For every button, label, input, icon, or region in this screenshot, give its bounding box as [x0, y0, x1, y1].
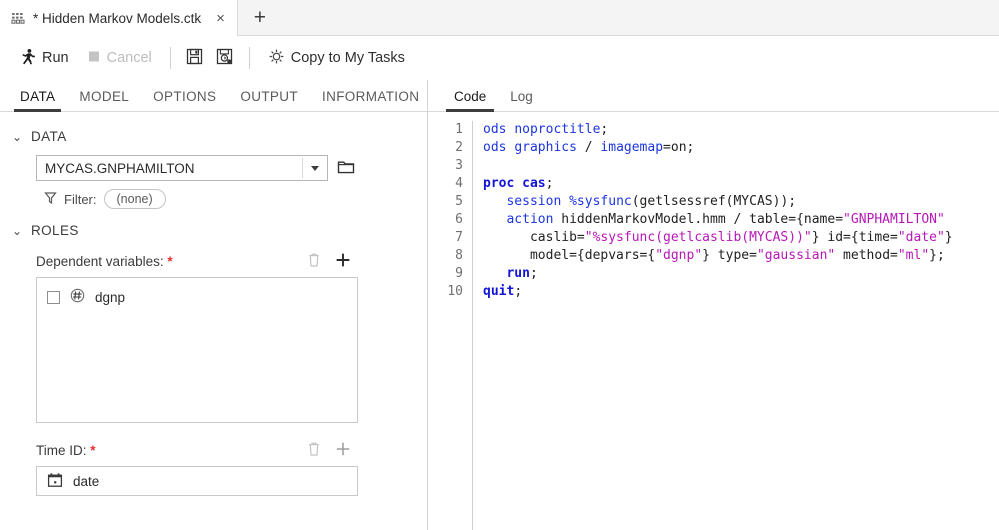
time-id-actions — [307, 441, 413, 460]
tab-options[interactable]: OPTIONS — [141, 89, 228, 111]
plus-icon — [335, 252, 351, 271]
trash-icon — [307, 252, 321, 271]
required-marker: * — [167, 254, 172, 269]
time-id-header: Time ID: * — [0, 423, 427, 464]
dependent-variables-list[interactable]: dgnp — [36, 277, 358, 423]
tab-model[interactable]: MODEL — [67, 89, 141, 111]
delete-time-id-button[interactable] — [307, 441, 321, 460]
table-select-value: MYCAS.GNPHAMILTON — [45, 161, 195, 176]
new-tab-button[interactable]: + — [238, 0, 282, 35]
time-id-field[interactable]: date — [36, 466, 358, 496]
numeric-variable-icon — [70, 288, 85, 306]
toolbar-divider-1 — [170, 47, 171, 69]
tab-data[interactable]: DATA — [8, 89, 67, 111]
toolbar-divider-2 — [249, 47, 250, 69]
section-header-roles[interactable]: ⌄ ROLES — [0, 209, 427, 243]
filter-funnel-icon — [44, 191, 57, 208]
chevron-down-icon — [311, 166, 319, 171]
save-as-button[interactable] — [210, 44, 240, 72]
filter-value-button[interactable]: (none) — [104, 189, 166, 209]
table-selector-row: MYCAS.GNPHAMILTON — [0, 149, 427, 181]
add-dependent-variable-button[interactable] — [335, 252, 351, 271]
filter-row: Filter: (none) — [0, 181, 427, 209]
filter-label: Filter: — [64, 192, 97, 207]
table-select[interactable]: MYCAS.GNPHAMILTON — [36, 155, 328, 181]
main-split: DATA MODEL OPTIONS OUTPUT INFORMATION ⌄ … — [0, 80, 999, 530]
code-pane: Code Log 1 2 3 4 5 6 7 8 9 10 ods noproc… — [428, 80, 999, 530]
run-person-icon — [19, 48, 36, 69]
save-icon — [185, 47, 204, 69]
document-tab[interactable]: * Hidden Markov Models.ctk × — [0, 0, 238, 36]
copy-to-my-tasks-button[interactable]: Copy to My Tasks — [259, 44, 414, 73]
task-options-pane: DATA MODEL OPTIONS OUTPUT INFORMATION ⌄ … — [0, 80, 428, 530]
checkbox[interactable] — [47, 291, 60, 304]
task-nav-tabs: DATA MODEL OPTIONS OUTPUT INFORMATION — [0, 80, 427, 112]
date-variable-icon — [47, 472, 63, 491]
browser-tabstrip: * Hidden Markov Models.ctk × + — [0, 0, 999, 36]
section-header-data[interactable]: ⌄ DATA — [0, 124, 427, 149]
required-marker: * — [90, 443, 95, 458]
delete-dependent-variable-button[interactable] — [307, 252, 321, 271]
tab-output[interactable]: OUTPUT — [228, 89, 310, 111]
tab-information[interactable]: INFORMATION — [310, 89, 428, 111]
trash-icon — [307, 441, 321, 460]
run-label: Run — [42, 50, 69, 66]
line-number-gutter: 1 2 3 4 5 6 7 8 9 10 — [428, 121, 472, 530]
data-tab-panel: ⌄ DATA MYCAS.GNPHAMILTON — [0, 112, 427, 530]
save-as-icon — [215, 47, 234, 69]
code-pane-tabs: Code Log — [428, 80, 999, 112]
cancel-label: Cancel — [107, 50, 152, 66]
chevron-down-icon: ⌄ — [12, 130, 23, 144]
copy-to-my-tasks-label: Copy to My Tasks — [291, 50, 405, 66]
copy-to-my-tasks-icon — [268, 48, 285, 69]
dependent-variables-header: Dependent variables: * — [0, 243, 427, 275]
document-tab-title: * Hidden Markov Models.ctk — [33, 11, 201, 26]
dependent-variables-actions — [307, 252, 413, 271]
list-item[interactable]: dgnp — [37, 285, 357, 309]
code-editor[interactable]: 1 2 3 4 5 6 7 8 9 10 ods noproctitle; od… — [428, 112, 999, 530]
browse-folder-button[interactable] — [337, 159, 355, 178]
plus-icon — [335, 441, 351, 460]
section-title-data: DATA — [31, 129, 67, 144]
code-text[interactable]: ods noproctitle; ods graphics / imagemap… — [472, 121, 999, 530]
task-grid-icon — [11, 12, 26, 25]
close-icon[interactable]: × — [214, 11, 227, 26]
tab-code[interactable]: Code — [442, 89, 498, 111]
stop-square-icon — [87, 49, 101, 67]
add-time-id-button[interactable] — [335, 441, 351, 460]
run-button[interactable]: Run — [10, 44, 78, 73]
select-divider — [302, 158, 303, 178]
time-id-label: Time ID: * — [36, 443, 307, 458]
list-item-label: dgnp — [95, 290, 125, 305]
action-toolbar: Run Cancel — [0, 36, 999, 80]
time-id-value: date — [73, 474, 99, 489]
save-button[interactable] — [180, 44, 210, 72]
cancel-button: Cancel — [78, 45, 161, 71]
section-title-roles: ROLES — [31, 223, 79, 238]
tab-log[interactable]: Log — [498, 89, 545, 111]
chevron-down-icon: ⌄ — [12, 224, 23, 238]
folder-icon — [337, 159, 355, 178]
dependent-variables-label: Dependent variables: * — [36, 254, 307, 269]
